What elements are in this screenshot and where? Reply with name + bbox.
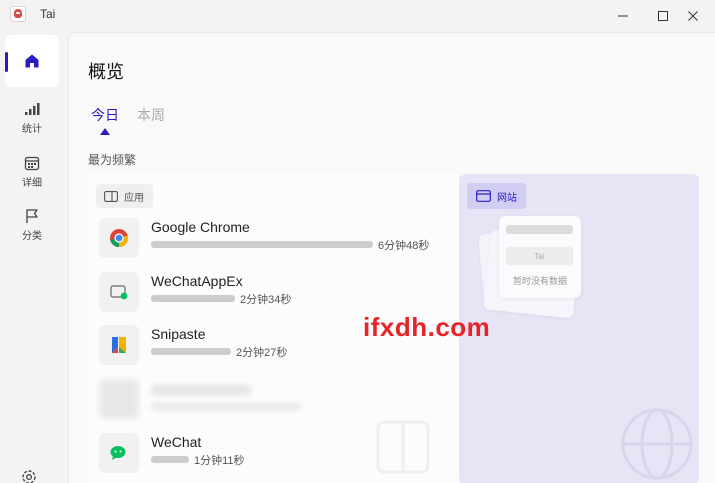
window-title: Tai bbox=[40, 7, 56, 21]
usage-time: 2分钟27秒 bbox=[236, 347, 288, 359]
wechat-appex-icon bbox=[110, 285, 128, 300]
tab-active-indicator bbox=[100, 128, 110, 135]
empty-state-text: 暂时没有数据 bbox=[512, 276, 567, 286]
app-icon-box bbox=[99, 433, 139, 473]
bar-chart-icon bbox=[25, 103, 40, 115]
faint-apps-icon bbox=[376, 420, 430, 474]
apps-chip[interactable]: 应用 bbox=[96, 184, 153, 208]
sidebar-item-details[interactable]: 详细 bbox=[5, 146, 59, 198]
section-title: 最为频繁 bbox=[88, 153, 137, 167]
flag-icon bbox=[26, 209, 38, 223]
websites-chip-label: 网站 bbox=[497, 192, 517, 204]
apps-chip-label: 应用 bbox=[124, 192, 144, 204]
app-icon-box bbox=[99, 325, 139, 365]
websites-panel: 网站 Tai 暂时没有数据 bbox=[459, 174, 699, 483]
window-icon bbox=[104, 190, 118, 202]
title-bar: Tai bbox=[0, 0, 715, 32]
minimize-icon bbox=[618, 15, 628, 17]
tab-this-week[interactable]: 本周 bbox=[137, 105, 165, 125]
page-title: 概览 bbox=[88, 62, 124, 82]
usage-time: 6分钟48秒 bbox=[378, 240, 430, 252]
sidebar-item-overview[interactable] bbox=[5, 35, 59, 87]
list-item[interactable]: Google Chrome 6分钟48秒 bbox=[99, 218, 439, 262]
usage-time: 2分钟34秒 bbox=[240, 294, 292, 306]
placeholder-badge: Tai bbox=[506, 247, 573, 265]
close-icon bbox=[688, 11, 698, 21]
list-item[interactable]: WeChatAppEx 2分钟34秒 bbox=[99, 272, 439, 316]
chrome-icon bbox=[110, 229, 129, 248]
sidebar-item-label: 分类 bbox=[22, 231, 42, 242]
placeholder-bar bbox=[506, 225, 573, 234]
app-name: WeChat bbox=[151, 434, 202, 450]
close-button[interactable] bbox=[670, 0, 715, 32]
app-icon-box bbox=[99, 272, 139, 312]
browser-window-icon bbox=[476, 190, 491, 202]
app-icon-box bbox=[99, 218, 139, 258]
sidebar-item-label: 统计 bbox=[22, 124, 42, 135]
app-name: Google Chrome bbox=[151, 219, 250, 235]
sidebar-item-statistics[interactable]: 统计 bbox=[5, 92, 59, 144]
calendar-icon bbox=[24, 156, 40, 171]
blurred-list-item bbox=[99, 379, 359, 421]
tai-logo-icon bbox=[10, 6, 26, 22]
usage-bar bbox=[151, 295, 235, 302]
snipaste-icon bbox=[112, 337, 126, 353]
sidebar-item-categories[interactable]: 分类 bbox=[5, 199, 59, 251]
globe-icon bbox=[621, 408, 693, 480]
usage-bar bbox=[151, 456, 189, 463]
sidebar: 统计 详细 分类 bbox=[0, 32, 68, 483]
gear-icon bbox=[22, 470, 36, 483]
app-name: WeChatAppEx bbox=[151, 273, 243, 289]
usage-bar bbox=[151, 348, 231, 355]
sidebar-item-label: 详细 bbox=[22, 178, 42, 189]
home-icon bbox=[25, 54, 39, 68]
wechat-icon bbox=[110, 446, 126, 460]
empty-state-card: Tai 暂时没有数据 bbox=[499, 216, 581, 298]
settings-button[interactable] bbox=[20, 468, 38, 483]
app-name: Snipaste bbox=[151, 326, 206, 342]
maximize-icon bbox=[658, 11, 668, 21]
tab-today[interactable]: 今日 bbox=[91, 105, 119, 125]
usage-bar bbox=[151, 241, 373, 248]
main-content: 概览 今日 本周 最为频繁 应用 Google Chrome 6分钟48秒 We… bbox=[68, 32, 715, 483]
websites-chip[interactable]: 网站 bbox=[467, 183, 526, 209]
usage-time: 1分钟11秒 bbox=[194, 455, 245, 467]
watermark-text: ifxdh.com bbox=[363, 312, 491, 342]
